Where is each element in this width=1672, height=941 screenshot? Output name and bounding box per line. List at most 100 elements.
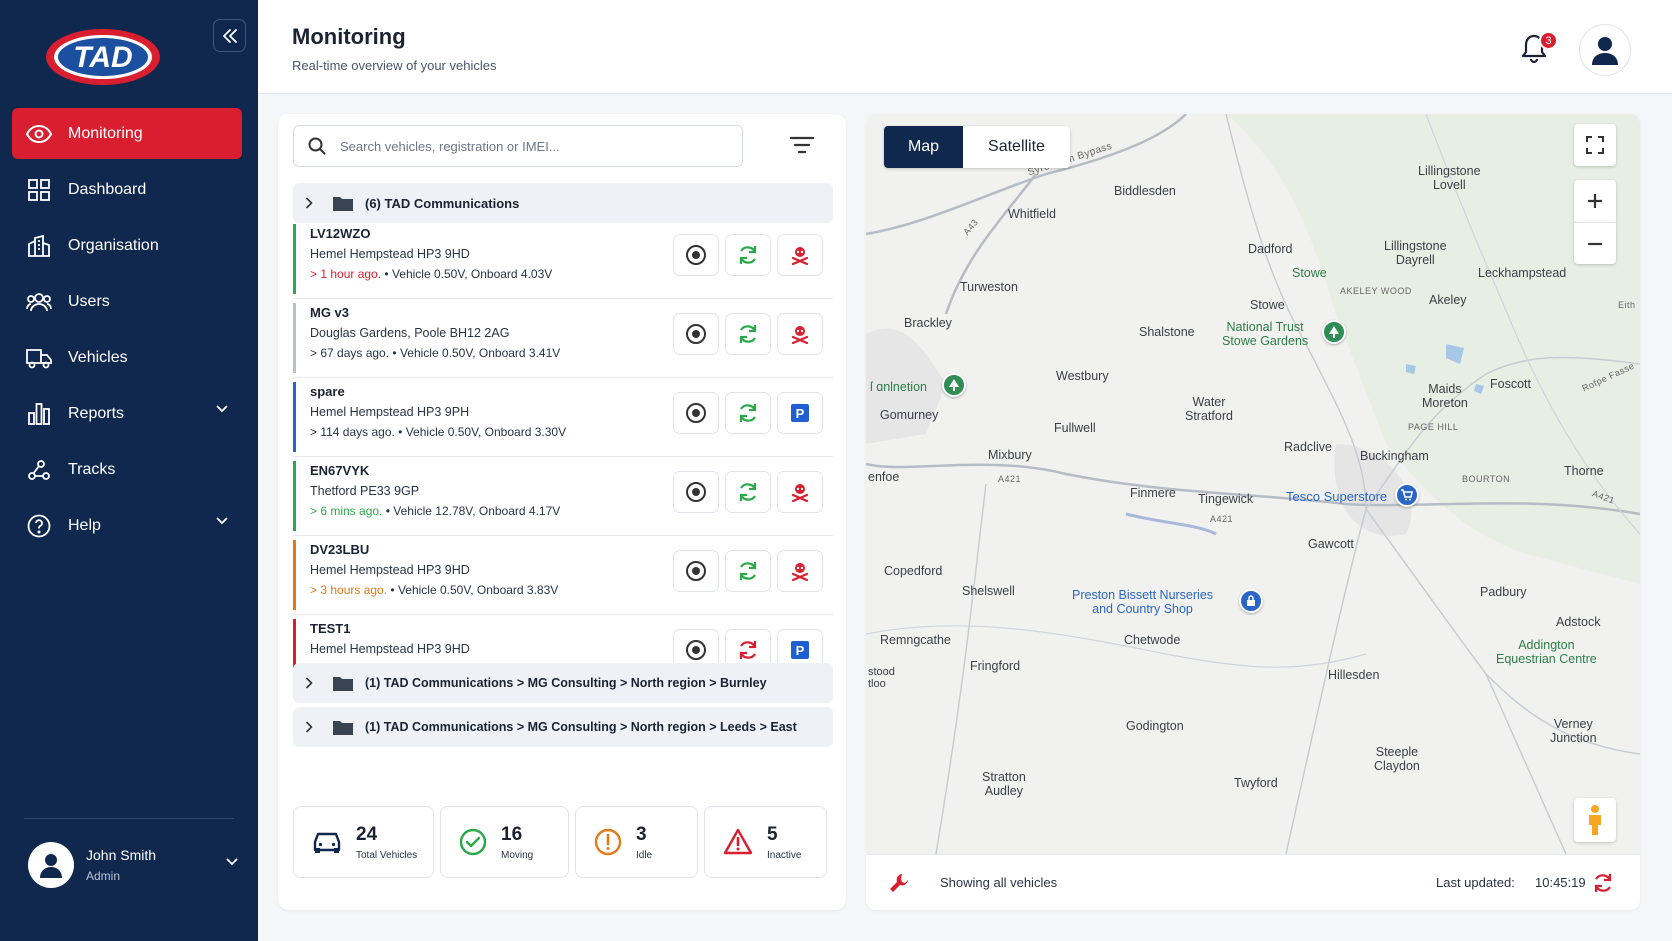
- map-label: Fullwell: [1054, 421, 1096, 435]
- voltage-readout: Vehicle 12.78V, Onboard 4.17V: [393, 504, 561, 518]
- map-label: National Trust Stowe Gardens: [1222, 320, 1309, 348]
- vehicle-row[interactable]: EN67VYK Thetford PE33 9GP > 6 mins ago. • …: [293, 457, 833, 536]
- double-chevron-left-icon: [222, 28, 237, 43]
- map-footer: Showing all vehicles Last updated: 10:45…: [866, 854, 1640, 910]
- status-color-bar: [293, 540, 296, 610]
- building-icon: [26, 233, 52, 259]
- street-view-button[interactable]: [1574, 798, 1616, 842]
- search-input[interactable]: [340, 138, 720, 154]
- vehicle-status-button[interactable]: [777, 234, 823, 276]
- map-label: Stowe: [1292, 266, 1327, 280]
- user-menu[interactable]: John Smith Admin: [28, 840, 238, 890]
- map-label: Biddlesden: [1114, 184, 1176, 198]
- sidebar-item-users[interactable]: Users: [12, 276, 242, 327]
- stat-value: 3: [636, 823, 647, 845]
- map-canvas[interactable]: Syresham Bypass A43 Biddlesden Whitfield…: [866, 114, 1640, 854]
- user-name: John Smith: [86, 847, 157, 863]
- map-label: Stowe: [1250, 298, 1285, 312]
- vehicle-row[interactable]: DV23LBU Hemel Hempstead HP3 9HD > 3 hours …: [293, 536, 833, 615]
- tad-logo[interactable]: TAD: [44, 27, 162, 87]
- map-label: Godington: [1126, 719, 1184, 733]
- vehicle-status-line: > 3 hours ago. • Vehicle 0.50V, Onboard …: [310, 583, 558, 597]
- map-label: Buckingham: [1360, 449, 1429, 463]
- sidebar: TAD Monitoring Dashboard Organisation Us…: [0, 0, 258, 941]
- map-label: ſ ɑnlnetion: [870, 380, 927, 394]
- shop-pin-icon[interactable]: [1239, 589, 1263, 613]
- zoom-in-button[interactable]: [1574, 180, 1616, 222]
- sync-icon: [739, 641, 757, 659]
- sync-button[interactable]: [725, 313, 771, 355]
- vehicle-address: Hemel Hempstead HP3 9HD: [310, 247, 470, 261]
- stat-total-vehicles[interactable]: 24 Total Vehicles: [293, 806, 434, 878]
- stats-row: 24 Total Vehicles 16 Moving 3 Idle 5 Inactiv…: [293, 806, 833, 878]
- satellite-tab[interactable]: Satellite: [963, 126, 1070, 168]
- locate-button[interactable]: [673, 471, 719, 513]
- map-label: Foscott: [1490, 377, 1531, 391]
- sidebar-item-label: Monitoring: [68, 124, 143, 142]
- map-label: Preston Bissett Nurseries and Country Sh…: [1072, 588, 1214, 616]
- map-label: stood tloo: [868, 666, 895, 690]
- vehicle-row[interactable]: LV12WZO Hemel Hempstead HP3 9HD > 1 hour a…: [293, 220, 833, 299]
- map-label: Water Stratford: [1185, 395, 1233, 423]
- vehicle-status-button[interactable]: [777, 471, 823, 513]
- vehicle-actions: [673, 550, 829, 592]
- vehicle-status-button[interactable]: [777, 550, 823, 592]
- stat-inactive[interactable]: 5 Inactive: [704, 806, 827, 878]
- wrench-icon[interactable]: [888, 872, 910, 894]
- tree-pin-icon[interactable]: [1322, 320, 1346, 344]
- locate-button[interactable]: [673, 234, 719, 276]
- alert-circle-icon: [594, 828, 622, 856]
- sidebar-item-help[interactable]: Help: [12, 500, 242, 551]
- sync-button[interactable]: [725, 234, 771, 276]
- profile-avatar-button[interactable]: [1579, 24, 1631, 76]
- sync-icon: [739, 483, 757, 501]
- filter-button[interactable]: [790, 136, 816, 158]
- map-background: [866, 114, 1640, 854]
- map-label: Shelswell: [962, 584, 1015, 598]
- sidebar-item-dashboard[interactable]: Dashboard: [12, 164, 242, 215]
- vehicle-row[interactable]: spare Hemel Hempstead HP3 9PH > 114 days a…: [293, 378, 833, 457]
- sidebar-item-vehicles[interactable]: Vehicles: [12, 332, 242, 383]
- map-tab[interactable]: Map: [884, 126, 963, 168]
- group-row-tad-communications[interactable]: (6) TAD Communications: [293, 183, 833, 223]
- collapse-sidebar-button[interactable]: [213, 19, 246, 52]
- tree-pin-icon[interactable]: [942, 373, 966, 397]
- refresh-icon[interactable]: [1592, 872, 1614, 894]
- zoom-out-button[interactable]: [1574, 222, 1616, 264]
- map-label: Thorne: [1564, 464, 1604, 478]
- sync-button[interactable]: [725, 471, 771, 513]
- map-label: Westbury: [1056, 369, 1109, 383]
- group-row-burnley[interactable]: (1) TAD Communications > MG Consulting >…: [293, 663, 833, 703]
- separator: •: [387, 583, 398, 597]
- vehicle-status-button[interactable]: [777, 313, 823, 355]
- map-label: PAGE HILL: [1408, 422, 1459, 432]
- status-color-bar: [293, 382, 296, 452]
- group-label: (1) TAD Communications > MG Consulting >…: [365, 720, 797, 734]
- map-label: Radclive: [1284, 440, 1332, 454]
- stat-value: 5: [767, 823, 778, 845]
- sidebar-item-label: Organisation: [68, 236, 159, 254]
- locate-button[interactable]: [673, 392, 719, 434]
- sidebar-item-monitoring[interactable]: Monitoring: [12, 108, 242, 159]
- notifications-button[interactable]: 3: [1519, 31, 1558, 67]
- map-label: Finmere: [1130, 486, 1176, 500]
- map-label: Maids Moreton: [1422, 382, 1468, 410]
- shopping-cart-pin-icon[interactable]: [1395, 483, 1419, 507]
- group-row-leeds-east[interactable]: (1) TAD Communications > MG Consulting >…: [293, 707, 833, 747]
- sidebar-item-tracks[interactable]: Tracks: [12, 444, 242, 495]
- sync-button[interactable]: [725, 550, 771, 592]
- minus-icon: [1588, 242, 1602, 245]
- map-label: Brackley: [904, 316, 952, 330]
- stat-moving[interactable]: 16 Moving: [440, 806, 569, 878]
- sidebar-item-organisation[interactable]: Organisation: [12, 220, 242, 271]
- vehicle-status-button[interactable]: P: [777, 392, 823, 434]
- sync-button[interactable]: [725, 392, 771, 434]
- top-header: Monitoring Real-time overview of your ve…: [258, 0, 1672, 94]
- plus-icon: [1588, 194, 1602, 208]
- sidebar-item-reports[interactable]: Reports: [12, 388, 242, 439]
- locate-button[interactable]: [673, 550, 719, 592]
- fullscreen-button[interactable]: [1574, 124, 1616, 166]
- stat-idle[interactable]: 3 Idle: [575, 806, 698, 878]
- vehicle-row[interactable]: MG v3 Douglas Gardens, Poole BH12 2AG > 67…: [293, 299, 833, 378]
- locate-button[interactable]: [673, 313, 719, 355]
